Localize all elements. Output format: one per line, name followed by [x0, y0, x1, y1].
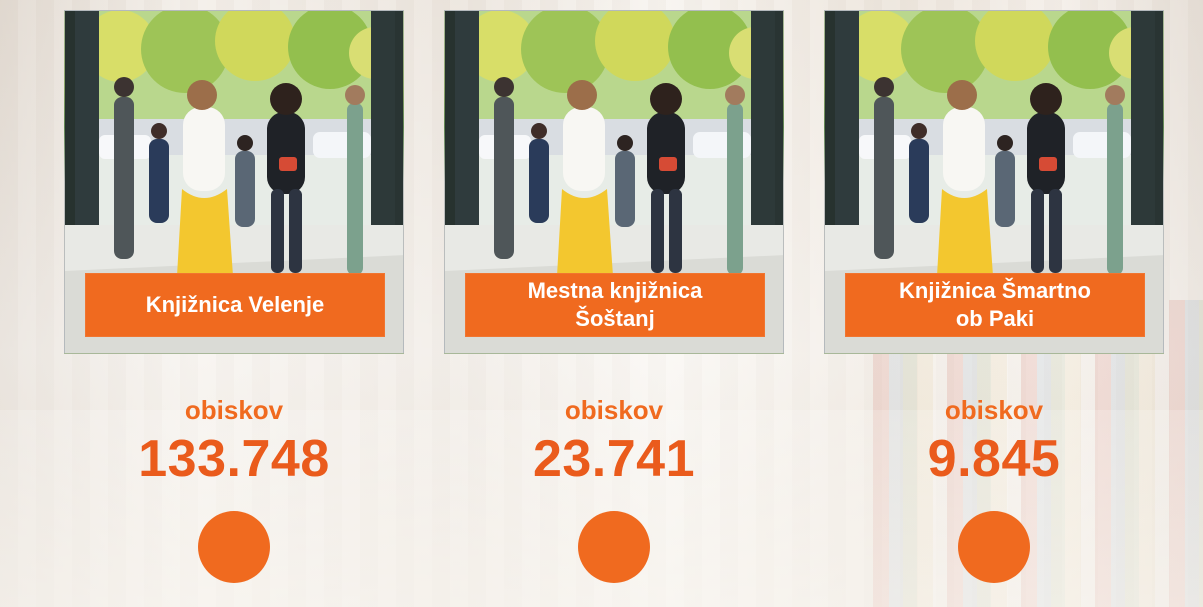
circle-icon [198, 511, 270, 583]
library-photo-card: Mestna knjižnica Šoštanj [444, 10, 784, 354]
library-name-label: Mestna knjižnica Šoštanj [465, 273, 765, 337]
visitor-stats: obiskov 23.741 [444, 397, 784, 583]
circle-icon [958, 511, 1030, 583]
library-photo-card: Knjižnica Šmartno ob Paki [824, 10, 1164, 354]
visits-label: obiskov [184, 395, 284, 425]
visits-label: obiskov [564, 395, 664, 425]
visitor-stats: obiskov 9.845 [824, 397, 1164, 583]
circle-icon [578, 511, 650, 583]
visits-value: 133.748 [138, 430, 330, 488]
visits-value: 23.741 [532, 430, 696, 488]
library-name-label: Knjižnica Šmartno ob Paki [845, 273, 1145, 337]
library-name-label: Knjižnica Velenje [85, 273, 385, 337]
library-photo-card: Knjižnica Velenje [64, 10, 404, 354]
visits-value: 9.845 [927, 430, 1061, 488]
visitor-stats: obiskov 133.748 [64, 397, 404, 583]
visits-label: obiskov [944, 395, 1044, 425]
